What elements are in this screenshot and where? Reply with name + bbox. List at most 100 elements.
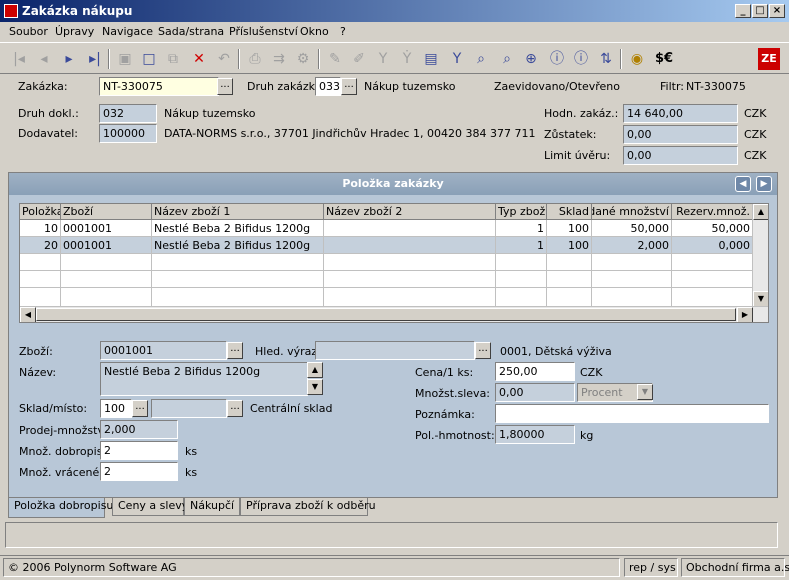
col-header-polozka[interactable]: Položka [20, 204, 61, 220]
menu-prislusenstvi[interactable]: Příslušenství [229, 25, 298, 38]
menu-navigace[interactable]: Navigace [102, 25, 153, 38]
mnoz-dobropis-input[interactable]: 2 [100, 441, 178, 460]
scroll-down-icon[interactable]: ▼ [753, 291, 768, 307]
menu-upravy[interactable]: Úpravy [55, 25, 94, 38]
last-record-icon[interactable]: ▸| [84, 48, 106, 70]
next-record-icon[interactable]: ▸ [58, 48, 80, 70]
undo-icon[interactable]: ↶ [213, 48, 235, 70]
table-cell[interactable]: 2,000 [592, 237, 672, 254]
grid-horizontal-scrollbar[interactable]: ◀ ▶ [20, 306, 768, 322]
table-cell[interactable]: 50,000 [592, 220, 672, 237]
menu-okno[interactable]: Okno [300, 25, 329, 38]
scroll-right-icon[interactable]: ▶ [737, 307, 753, 322]
menu-help[interactable]: ? [340, 25, 346, 38]
col-header-nazev1[interactable]: Název zboží 1 [152, 204, 324, 220]
table-cell[interactable]: 1 [496, 220, 547, 237]
transfer-icon[interactable]: ⇅ [595, 48, 617, 70]
nazev-scroll-down-icon[interactable]: ▼ [307, 379, 323, 395]
table-cell[interactable]: 0001001 [61, 220, 152, 237]
settings-icon[interactable]: ⚙ [292, 48, 314, 70]
coins-icon[interactable]: ◉ [626, 48, 648, 70]
tab-priprava-zbozi[interactable]: Příprava zboží k odběru [240, 498, 376, 516]
info-plus-icon[interactable]: ⓘ [570, 48, 592, 70]
table-cell[interactable]: 10 [20, 220, 61, 237]
info-icon[interactable]: ⓘ [546, 48, 568, 70]
close-button[interactable]: × [769, 4, 785, 18]
prev-record-icon[interactable]: ◂ [33, 48, 55, 70]
print-icon[interactable]: ⎙ [244, 48, 266, 70]
filter-remove-icon[interactable]: Ẏ [396, 48, 418, 70]
table-cell[interactable]: 1 [496, 237, 547, 254]
search-next-icon[interactable]: ⌕ [470, 48, 492, 70]
mnoz-vracene-input[interactable]: 2 [100, 462, 178, 481]
search-icon[interactable]: ⌕ [496, 48, 518, 70]
filter-search-icon[interactable]: Y [446, 48, 468, 70]
col-header-prodane[interactable]: Prodané množství [592, 204, 672, 220]
delete-icon[interactable]: ✕ [188, 48, 210, 70]
sklad-input[interactable]: 100 [100, 399, 132, 418]
title-bar[interactable]: Zakázka nákupu _ □ × [0, 0, 789, 22]
save-icon[interactable]: ▣ [114, 48, 136, 70]
menu-soubor[interactable]: Soubor [9, 25, 48, 38]
menu-sada-strana[interactable]: Sada/strana [158, 25, 224, 38]
items-grid[interactable]: Položka Zboží Název zboží 1 Název zboží … [19, 203, 769, 323]
table-cell[interactable]: 20 [20, 237, 61, 254]
pencil-icon[interactable]: ✐ [348, 48, 370, 70]
zakazka-input[interactable]: NT-330075 [99, 77, 219, 96]
nazev-scroll-up-icon[interactable]: ▲ [307, 362, 323, 378]
document-filter-icon[interactable]: ▤ [420, 48, 442, 70]
table-cell[interactable]: 100 [547, 220, 592, 237]
filter-label: Filtr: [660, 80, 684, 93]
scroll-thumb[interactable] [36, 308, 736, 321]
copy-icon[interactable]: ⧉ [162, 48, 184, 70]
hled-vyraz-input[interactable] [315, 341, 475, 360]
misto-lookup-button[interactable]: ... [227, 400, 243, 417]
tab-polozka-dobropisu[interactable]: Položka dobropisu [8, 498, 113, 518]
zoom-icon[interactable]: ⊕ [520, 48, 542, 70]
tab-ceny-a-slevy[interactable]: Ceny a slevy [112, 498, 188, 516]
edit-icon[interactable]: ✎ [324, 48, 346, 70]
table-cell[interactable]: 100 [547, 237, 592, 254]
new-document-icon[interactable]: □ [138, 48, 160, 70]
cena-input[interactable]: 250,00 [495, 362, 575, 381]
col-header-sklad[interactable]: Sklad [547, 204, 592, 220]
misto-input[interactable] [151, 399, 227, 418]
scroll-left-icon[interactable]: ◀ [20, 307, 36, 322]
druh-zakazk-input[interactable]: 033 [315, 77, 341, 96]
col-header-nazev2[interactable]: Název zboží 2 [324, 204, 496, 220]
table-cell[interactable] [324, 237, 496, 254]
export-icon[interactable]: ⇉ [268, 48, 290, 70]
poznamka-input[interactable] [495, 404, 769, 423]
zbozi-input[interactable]: 0001001 [100, 341, 227, 360]
app-icon[interactable] [4, 4, 18, 18]
table-cell[interactable]: 50,000 [672, 220, 753, 237]
currency-button[interactable]: $€ [650, 48, 678, 70]
col-header-typ[interactable]: Typ zboží [496, 204, 547, 220]
panel-prev-button[interactable]: ◀ [735, 176, 751, 192]
col-header-rezerv[interactable]: Rezerv.množ. [672, 204, 753, 220]
minimize-button[interactable]: _ [735, 4, 751, 18]
nazev-textarea[interactable]: Nestlé Beba 2 Bifidus 1200g [100, 362, 308, 396]
scroll-up-icon[interactable]: ▲ [753, 204, 768, 220]
filter-icon[interactable]: Y [372, 48, 394, 70]
table-cell[interactable] [324, 220, 496, 237]
zbozi-lookup-button[interactable]: ... [227, 342, 243, 359]
menu-bar: Soubor Úpravy Navigace Sada/strana Přísl… [0, 22, 789, 42]
mnozst-sleva-label: Množst.sleva: [415, 387, 491, 400]
maximize-button[interactable]: □ [752, 4, 768, 18]
first-record-icon[interactable]: |◂ [8, 48, 30, 70]
druh-zakazk-lookup-button[interactable]: ... [341, 78, 357, 95]
table-cell[interactable]: 0001001 [61, 237, 152, 254]
status-text: Zaevidovano/Otevřeno [494, 80, 620, 93]
sklad-lookup-button[interactable]: ... [132, 400, 148, 417]
table-cell[interactable]: Nestlé Beba 2 Bifidus 1200g [152, 237, 324, 254]
grid-vertical-scrollbar[interactable]: ▲ ▼ [752, 204, 768, 307]
chevron-down-icon[interactable]: ▼ [637, 384, 653, 400]
tab-nakupci[interactable]: Nákupčí [184, 498, 240, 516]
panel-next-button[interactable]: ▶ [756, 176, 772, 192]
hled-vyraz-lookup-button[interactable]: ... [475, 342, 491, 359]
table-cell[interactable]: 0,000 [672, 237, 753, 254]
zakazka-lookup-button[interactable]: ... [217, 78, 233, 95]
col-header-zbozi[interactable]: Zboží [61, 204, 152, 220]
table-cell[interactable]: Nestlé Beba 2 Bifidus 1200g [152, 220, 324, 237]
